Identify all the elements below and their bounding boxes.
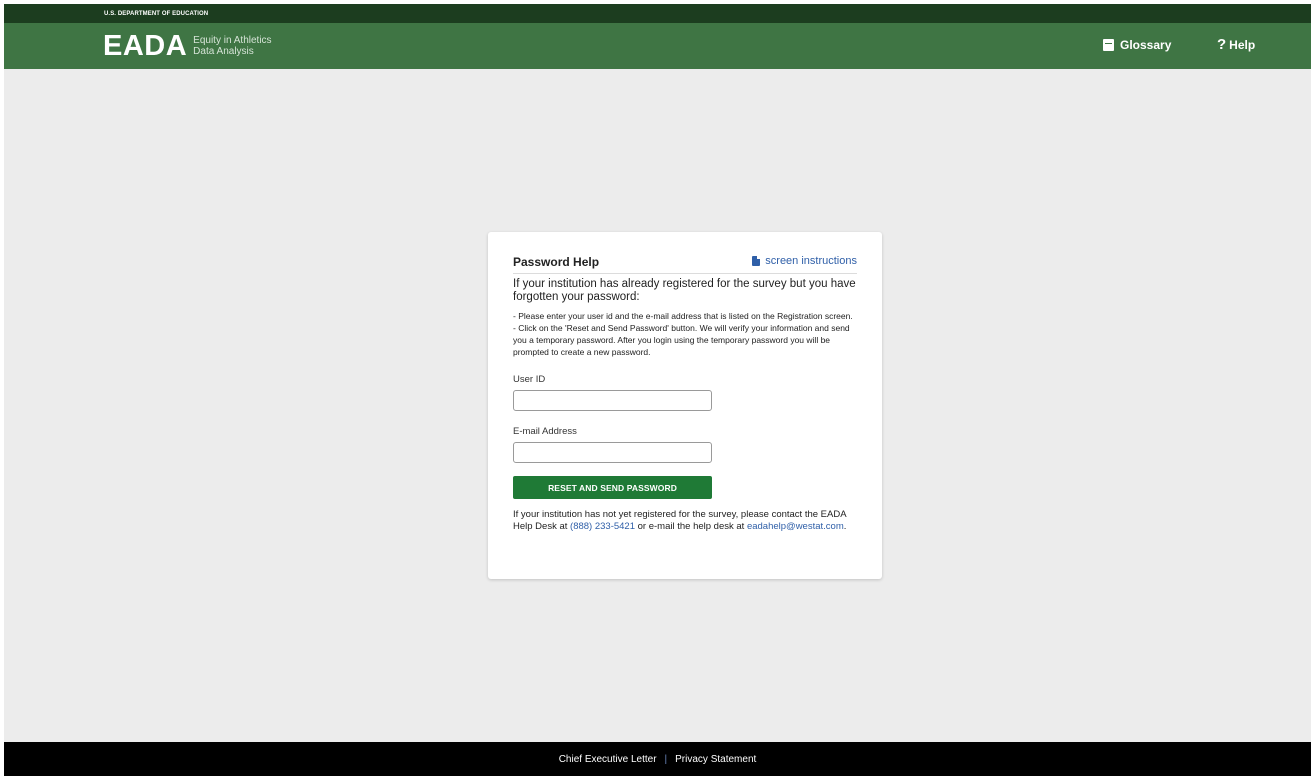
- logo-tagline-line1: Equity in Athletics: [193, 35, 272, 46]
- privacy-statement-link[interactable]: Privacy Statement: [675, 754, 756, 765]
- note-text-end: .: [843, 521, 847, 532]
- help-desk-email-link[interactable]: eadahelp@westat.com: [747, 521, 844, 532]
- password-help-card: Password Help screen instructions If you…: [488, 232, 882, 579]
- eada-logo[interactable]: EADA Equity in Athletics Data Analysis: [103, 30, 272, 62]
- user-id-input[interactable]: [513, 390, 712, 411]
- agency-bar: U.S. DEPARTMENT OF EDUCATION: [4, 4, 1311, 23]
- card-header: Password Help screen instructions: [513, 232, 857, 274]
- site-header: EADA Equity in Athletics Data Analysis G…: [4, 23, 1311, 69]
- glossary-label: Glossary: [1120, 38, 1172, 52]
- site-footer: Chief Executive Letter | Privacy Stateme…: [4, 742, 1311, 776]
- pdf-file-icon: [752, 256, 761, 266]
- registration-help-note: If your institution has not yet register…: [513, 509, 857, 533]
- instruction-list: - Please enter your user id and the e-ma…: [513, 310, 857, 358]
- question-icon: ?: [1217, 36, 1227, 53]
- footer-separator: |: [664, 753, 668, 765]
- help-label: Help: [1229, 38, 1256, 52]
- reset-and-send-password-button[interactable]: RESET AND SEND PASSWORD: [513, 476, 712, 499]
- email-input[interactable]: [513, 442, 712, 463]
- chief-executive-letter-link[interactable]: Chief Executive Letter: [559, 754, 657, 765]
- book-icon: [1103, 39, 1114, 51]
- logo-tagline: Equity in Athletics Data Analysis: [193, 35, 271, 57]
- instruction-item-2: - Click on the 'Reset and Send Password'…: [513, 323, 850, 357]
- logo-wordmark: EADA: [103, 30, 188, 62]
- screen-instructions-link[interactable]: screen instructions: [752, 255, 857, 267]
- agency-name: U.S. DEPARTMENT OF EDUCATION: [104, 11, 209, 17]
- intro-text: If your institution has already register…: [513, 278, 856, 303]
- help-link[interactable]: ? Help: [1217, 36, 1256, 53]
- logo-tagline-line2: Data Analysis: [193, 46, 254, 57]
- glossary-link[interactable]: Glossary: [1103, 38, 1171, 52]
- screen-instructions-label: screen instructions: [765, 255, 857, 267]
- help-desk-phone-link[interactable]: (888) 233-5421: [570, 521, 635, 532]
- card-title: Password Help: [513, 255, 600, 269]
- email-label: E-mail Address: [513, 426, 577, 437]
- page-frame: U.S. DEPARTMENT OF EDUCATION EADA Equity…: [4, 4, 1311, 776]
- note-text-middle: or e-mail the help desk at: [635, 521, 747, 532]
- instruction-item-1: - Please enter your user id and the e-ma…: [513, 311, 853, 321]
- user-id-label: User ID: [513, 374, 546, 385]
